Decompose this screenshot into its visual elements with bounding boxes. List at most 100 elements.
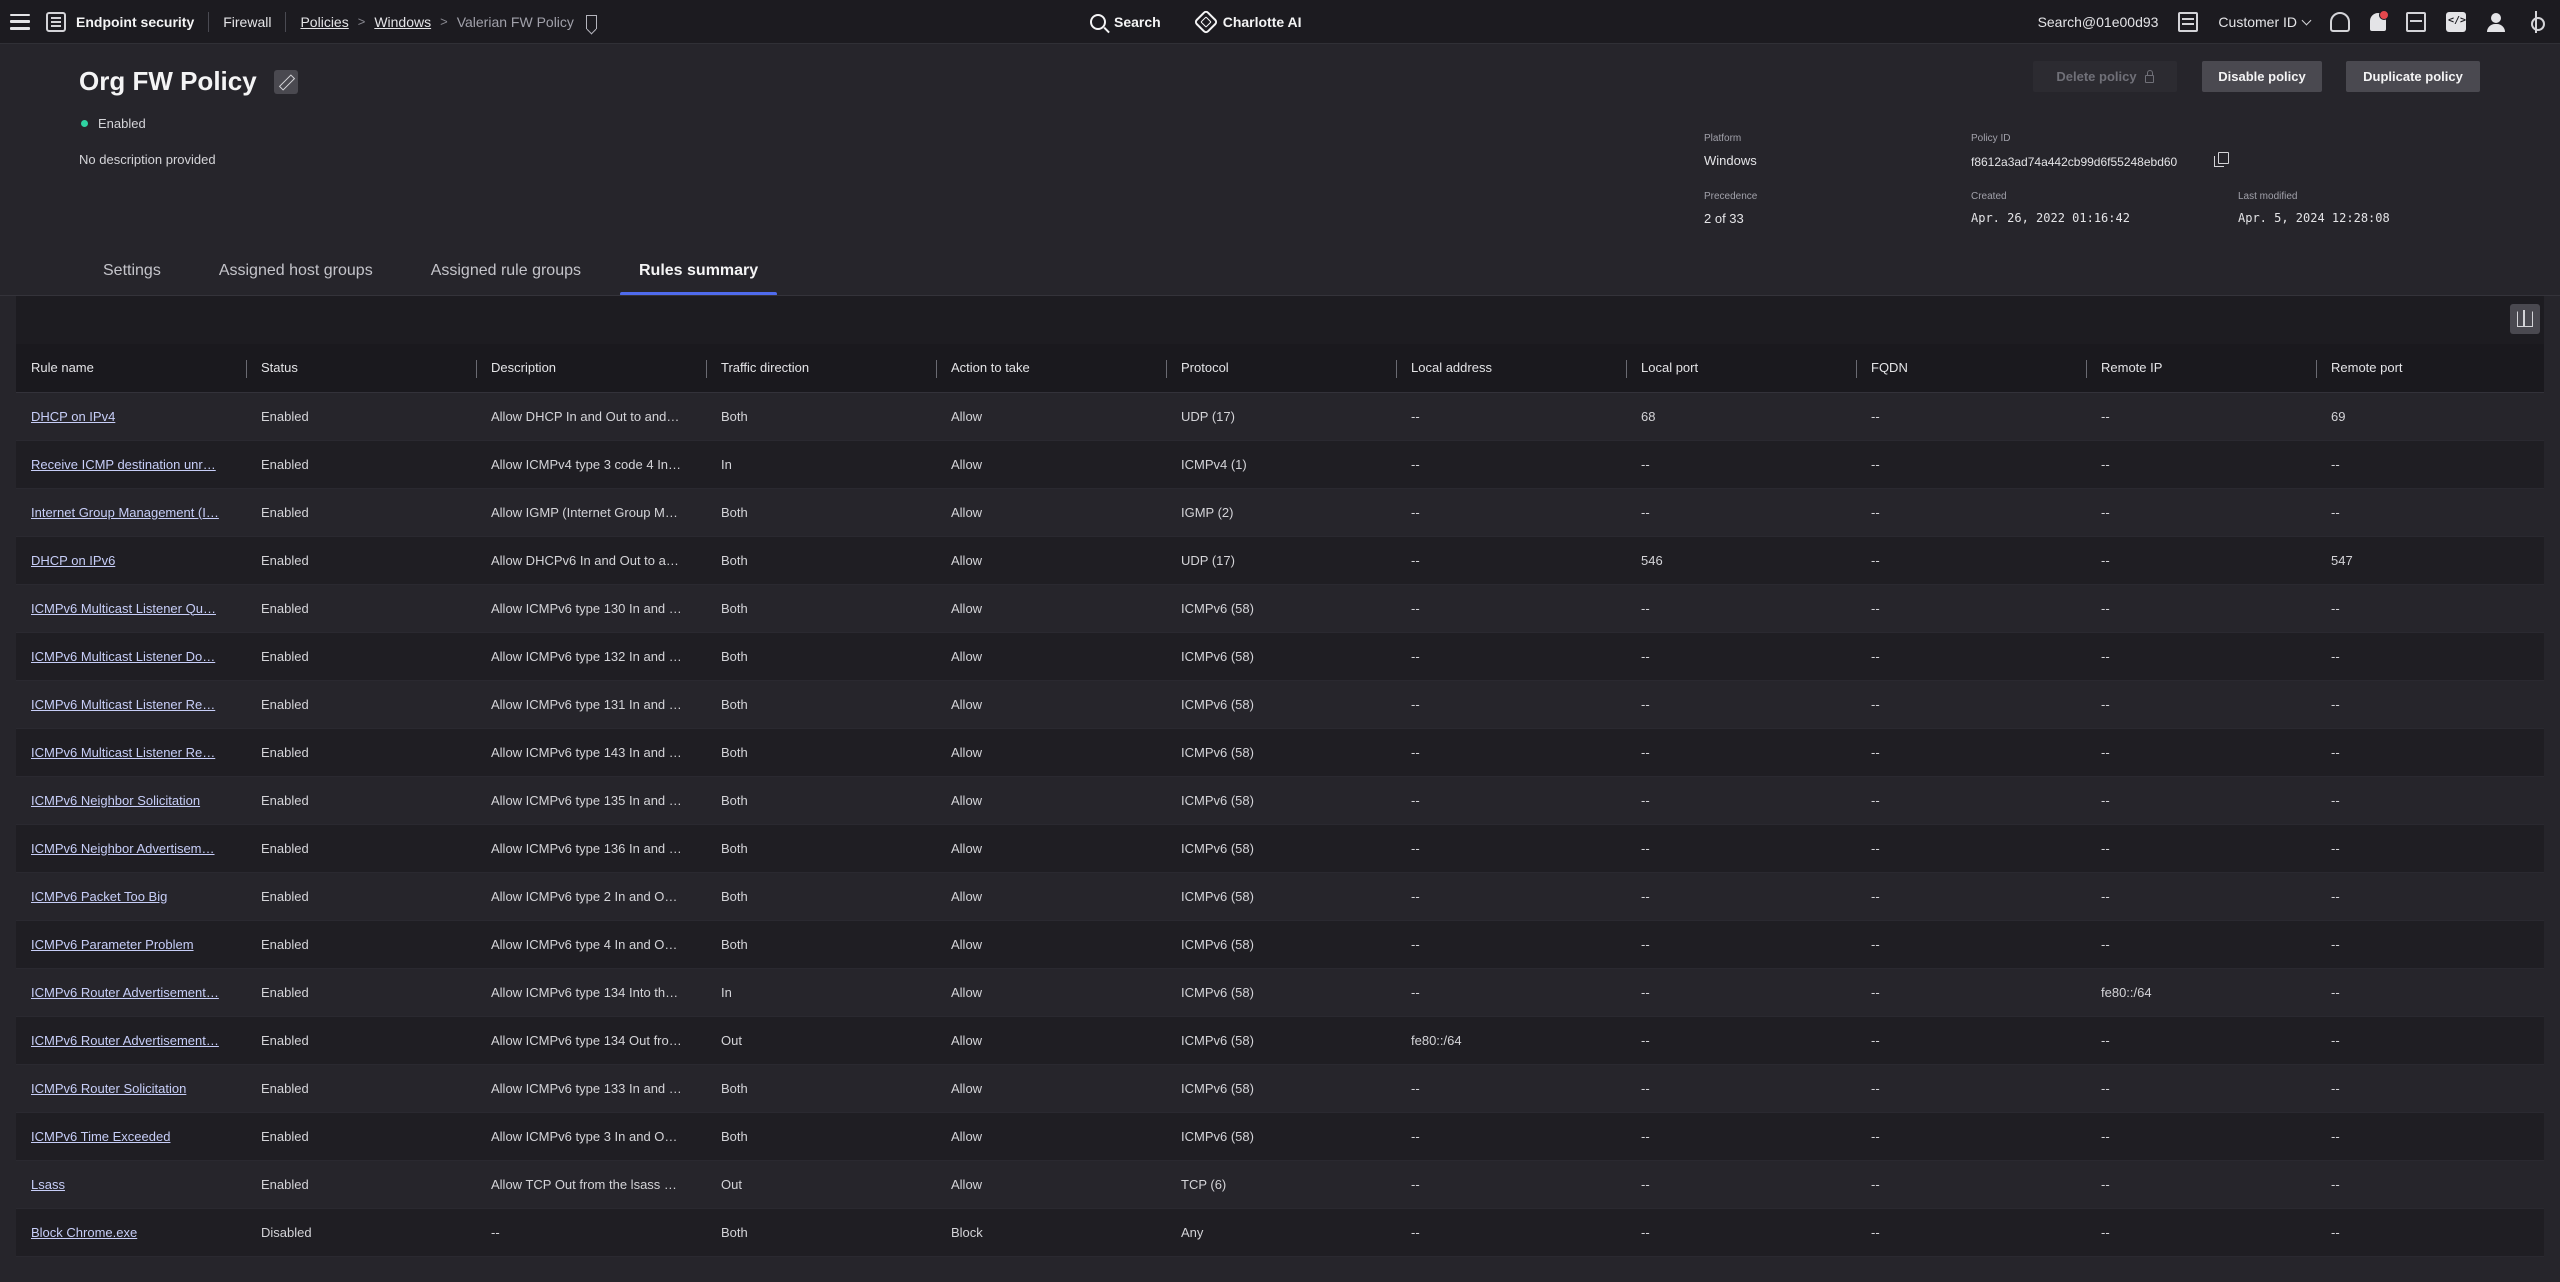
jobs-icon[interactable]: [2406, 12, 2426, 32]
charlotte-ai-button[interactable]: Charlotte AI: [1192, 9, 1302, 35]
theme-toggle-icon[interactable]: [2526, 11, 2546, 33]
expand-view-button[interactable]: [2510, 304, 2540, 334]
column-header-fqdn[interactable]: FQDN: [1856, 344, 2086, 393]
tab-assigned-host-groups[interactable]: Assigned host groups: [200, 258, 392, 296]
table-row[interactable]: Internet Group Management (I… Enabled Allo…: [16, 488, 2544, 537]
breadcrumb-policies[interactable]: Policies: [300, 14, 348, 30]
menu-icon[interactable]: [10, 13, 30, 30]
duplicate-policy-button[interactable]: Duplicate policy: [2346, 61, 2480, 92]
table-row[interactable]: ICMPv6 Multicast Listener Re… Enabled Allo…: [16, 680, 2544, 729]
column-header-local-address[interactable]: Local address: [1396, 344, 1626, 393]
table-row[interactable]: ICMPv6 Router Advertisement… Enabled Allow…: [16, 968, 2544, 1017]
divider: [208, 11, 210, 32]
account-name[interactable]: Search@01e00d93: [2038, 14, 2159, 30]
cell-local-address: fe80::/64: [1396, 1016, 1626, 1065]
cell-description: --: [476, 1208, 706, 1257]
cell-local-address: --: [1396, 728, 1626, 777]
cell-remote-port: --: [2316, 920, 2544, 969]
table-row[interactable]: ICMPv6 Time Exceeded Enabled Allow ICMPv6 …: [16, 1112, 2544, 1161]
rule-name-link[interactable]: ICMPv6 Multicast Listener Qu…: [16, 584, 246, 633]
rule-name-link[interactable]: ICMPv6 Parameter Problem: [16, 920, 246, 969]
disable-policy-button[interactable]: Disable policy: [2202, 61, 2322, 92]
bookmark-icon[interactable]: [585, 14, 597, 29]
column-header-status[interactable]: Status: [246, 344, 476, 393]
policy-description: No description provided: [79, 152, 216, 167]
table-row[interactable]: DHCP on IPv6 Enabled Allow DHCPv6 In and O…: [16, 536, 2544, 585]
cell-fqdn: --: [1856, 776, 2086, 825]
rule-name-link[interactable]: ICMPv6 Multicast Listener Re…: [16, 728, 246, 777]
rule-name-link[interactable]: DHCP on IPv6: [16, 536, 246, 585]
search-button[interactable]: Search: [1090, 14, 1161, 30]
rule-name-link[interactable]: ICMPv6 Multicast Listener Re…: [16, 680, 246, 729]
cell-status: Enabled: [246, 872, 476, 921]
breadcrumb-windows[interactable]: Windows: [374, 14, 431, 30]
rule-name-link[interactable]: ICMPv6 Neighbor Advertisem…: [16, 824, 246, 873]
tab-assigned-rule-groups[interactable]: Assigned rule groups: [412, 258, 600, 296]
edit-title-button[interactable]: [274, 70, 298, 94]
table-row[interactable]: DHCP on IPv4 Enabled Allow DHCP In and Out…: [16, 392, 2544, 441]
table-row[interactable]: ICMPv6 Multicast Listener Do… Enabled Allo…: [16, 632, 2544, 681]
rule-name-link[interactable]: ICMPv6 Router Advertisement…: [16, 968, 246, 1017]
table-row[interactable]: Block Chrome.exe Disabled -- Both Block Any --…: [16, 1208, 2544, 1257]
rule-name-link[interactable]: ICMPv6 Time Exceeded: [16, 1112, 246, 1161]
created-value: Apr. 26, 2022 01:16:42: [1971, 211, 2130, 225]
table-row[interactable]: Receive ICMP destination unr… Enabled Allo…: [16, 440, 2544, 489]
rule-name-link[interactable]: ICMPv6 Router Solicitation: [16, 1064, 246, 1113]
cell-status: Enabled: [246, 488, 476, 537]
cell-remote-port: --: [2316, 1016, 2544, 1065]
app-name[interactable]: Endpoint security: [76, 14, 194, 30]
rule-name-link[interactable]: ICMPv6 Router Advertisement…: [16, 1016, 246, 1065]
user-icon[interactable]: [2486, 12, 2506, 32]
rule-name-link[interactable]: ICMPv6 Multicast Listener Do…: [16, 632, 246, 681]
rule-name-link[interactable]: Lsass: [16, 1160, 246, 1209]
cell-local-address: --: [1396, 488, 1626, 537]
code-icon[interactable]: [2446, 12, 2466, 32]
delete-policy-button[interactable]: Delete policy: [2033, 61, 2177, 92]
column-header-remote-ip[interactable]: Remote IP: [2086, 344, 2316, 393]
database-icon[interactable]: [2178, 12, 2199, 32]
rule-name-link[interactable]: Block Chrome.exe: [16, 1208, 246, 1257]
column-header-rule-name[interactable]: Rule name: [16, 344, 246, 393]
table-row[interactable]: ICMPv6 Multicast Listener Re… Enabled Allo…: [16, 728, 2544, 777]
table-row[interactable]: ICMPv6 Packet Too Big Enabled Allow ICMPv6…: [16, 872, 2544, 921]
table-row[interactable]: ICMPv6 Neighbor Solicitation Enabled Allow…: [16, 776, 2544, 825]
rule-name-link[interactable]: ICMPv6 Packet Too Big: [16, 872, 246, 921]
cell-local-address: --: [1396, 824, 1626, 873]
copy-icon[interactable]: [2214, 152, 2229, 167]
policy-id-label: Policy ID: [1971, 133, 2011, 144]
rule-name-link[interactable]: DHCP on IPv4: [16, 392, 246, 441]
column-header-local-port[interactable]: Local port: [1626, 344, 1856, 393]
rule-name-link[interactable]: Receive ICMP destination unr…: [16, 440, 246, 489]
notification-bell-icon[interactable]: [2370, 10, 2389, 31]
cell-action-to-take: Allow: [936, 488, 1166, 537]
table-row[interactable]: ICMPv6 Router Solicitation Enabled Allow I…: [16, 1064, 2544, 1113]
tab-settings[interactable]: Settings: [84, 258, 180, 296]
column-header-protocol[interactable]: Protocol: [1166, 344, 1396, 393]
cell-remote-ip: --: [2086, 1208, 2316, 1257]
table-row[interactable]: ICMPv6 Neighbor Advertisem… Enabled Allow …: [16, 824, 2544, 873]
customer-id-dropdown[interactable]: Customer ID: [2218, 14, 2312, 30]
cell-remote-port: --: [2316, 1160, 2544, 1209]
cell-remote-ip: --: [2086, 632, 2316, 681]
cell-fqdn: --: [1856, 1160, 2086, 1209]
rule-name-link[interactable]: ICMPv6 Neighbor Solicitation: [16, 776, 246, 825]
table-row[interactable]: Lsass Enabled Allow TCP Out from the lsass…: [16, 1160, 2544, 1209]
breadcrumb-separator: >: [440, 14, 448, 29]
column-header-description[interactable]: Description: [476, 344, 706, 393]
column-header-action-to-take[interactable]: Action to take: [936, 344, 1166, 393]
last-modified-label: Last modified: [2238, 191, 2298, 202]
cell-local-port: --: [1626, 632, 1856, 681]
cell-protocol: IGMP (2): [1166, 488, 1396, 537]
table-row[interactable]: ICMPv6 Parameter Problem Enabled Allow ICM…: [16, 920, 2544, 969]
cell-local-port: --: [1626, 1016, 1856, 1065]
table-row[interactable]: ICMPv6 Multicast Listener Qu… Enabled Allo…: [16, 584, 2544, 633]
section-link[interactable]: Firewall: [223, 14, 271, 30]
tab-rules-summary[interactable]: Rules summary: [620, 258, 778, 296]
support-icon[interactable]: [2330, 12, 2350, 32]
cell-local-port: --: [1626, 1064, 1856, 1113]
rule-name-link[interactable]: Internet Group Management (I…: [16, 488, 246, 537]
table-row[interactable]: ICMPv6 Router Advertisement… Enabled Allow…: [16, 1016, 2544, 1065]
column-header-remote-port[interactable]: Remote port: [2316, 344, 2544, 393]
cell-remote-ip: --: [2086, 1160, 2316, 1209]
column-header-traffic-direction[interactable]: Traffic direction: [706, 344, 936, 393]
